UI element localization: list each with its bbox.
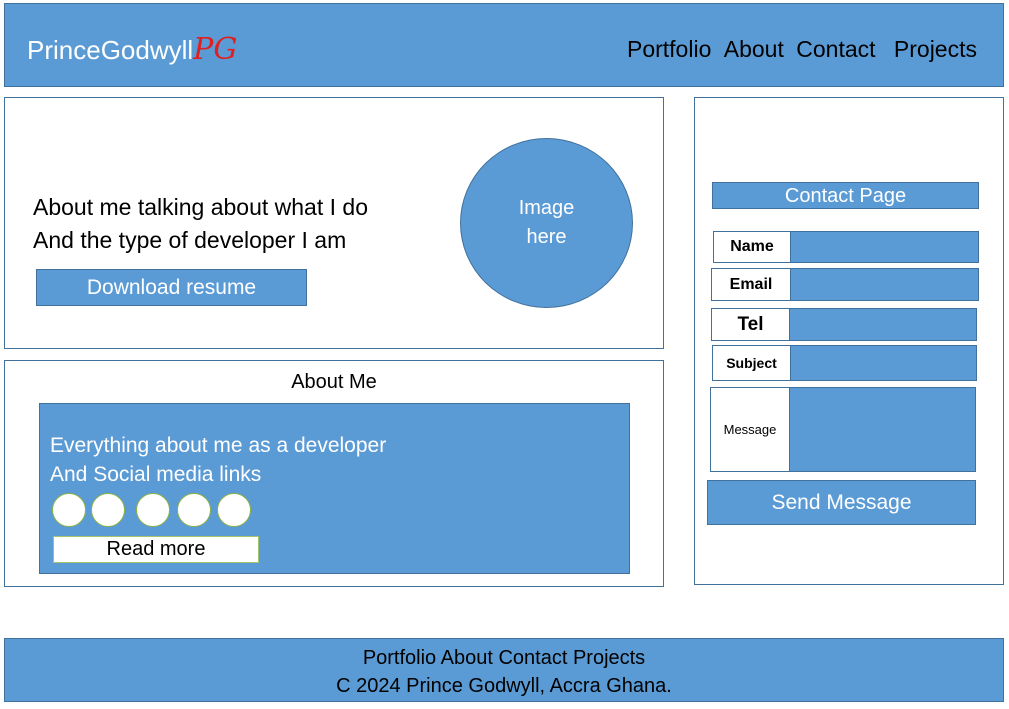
contact-title: Contact Page bbox=[712, 182, 979, 209]
about-card: Everything about me as a developer And S… bbox=[39, 403, 630, 574]
image-placeholder-line-1: Image bbox=[518, 197, 575, 219]
social-link-icon[interactable] bbox=[91, 493, 125, 527]
footer-nav[interactable]: Portfolio About Contact Projects bbox=[5, 647, 1003, 670]
message-label: Message bbox=[710, 387, 790, 472]
about-title: About Me bbox=[291, 371, 377, 393]
social-link-icon[interactable] bbox=[136, 493, 170, 527]
send-message-button[interactable]: Send Message bbox=[707, 480, 976, 525]
tel-label: Tel bbox=[711, 308, 790, 341]
download-resume-button[interactable]: Download resume bbox=[36, 269, 307, 306]
email-label: Email bbox=[711, 268, 791, 301]
subject-label: Subject bbox=[712, 345, 791, 381]
social-link-icon[interactable] bbox=[52, 493, 86, 527]
tel-input[interactable] bbox=[789, 308, 977, 341]
name-label: Name bbox=[713, 231, 791, 263]
about-text-line-2: And Social media links bbox=[50, 463, 262, 486]
brand-mark: PG bbox=[193, 32, 238, 67]
brand-logo[interactable]: PrinceGodwyllPG bbox=[27, 32, 237, 67]
subject-input[interactable] bbox=[790, 345, 977, 381]
hero-text-line-1: About me talking about what I do bbox=[33, 194, 368, 220]
nav-portfolio[interactable]: Portfolio bbox=[627, 36, 711, 62]
social-link-icon[interactable] bbox=[217, 493, 251, 527]
profile-image-placeholder: Image here bbox=[460, 138, 633, 308]
brand-name: PrinceGodwyll bbox=[27, 35, 194, 65]
site-footer: Portfolio About Contact Projects C 2024 … bbox=[4, 638, 1004, 702]
hero-panel: About me talking about what I do And the… bbox=[4, 97, 664, 349]
footer-copyright: C 2024 Prince Godwyll, Accra Ghana. bbox=[336, 675, 672, 697]
main-nav: Portfolio About Contact Projects bbox=[627, 36, 977, 63]
about-panel: About Me Everything about me as a develo… bbox=[4, 360, 664, 587]
read-more-button[interactable]: Read more bbox=[53, 536, 259, 563]
nav-contact[interactable]: Contact bbox=[796, 36, 875, 62]
hero-text-line-2: And the type of developer I am bbox=[33, 227, 347, 253]
email-input[interactable] bbox=[790, 268, 979, 301]
social-link-icon[interactable] bbox=[177, 493, 211, 527]
message-textarea[interactable] bbox=[789, 387, 976, 472]
image-placeholder-line-2: here bbox=[526, 226, 567, 248]
name-input[interactable] bbox=[790, 231, 979, 263]
nav-about[interactable]: About bbox=[724, 36, 784, 62]
nav-projects[interactable]: Projects bbox=[894, 36, 977, 62]
site-header: PrinceGodwyllPG Portfolio About Contact … bbox=[4, 3, 1004, 87]
contact-panel: Contact Page Name Email Tel Subject Mess… bbox=[694, 97, 1004, 585]
about-text-line-1: Everything about me as a developer bbox=[50, 434, 387, 457]
